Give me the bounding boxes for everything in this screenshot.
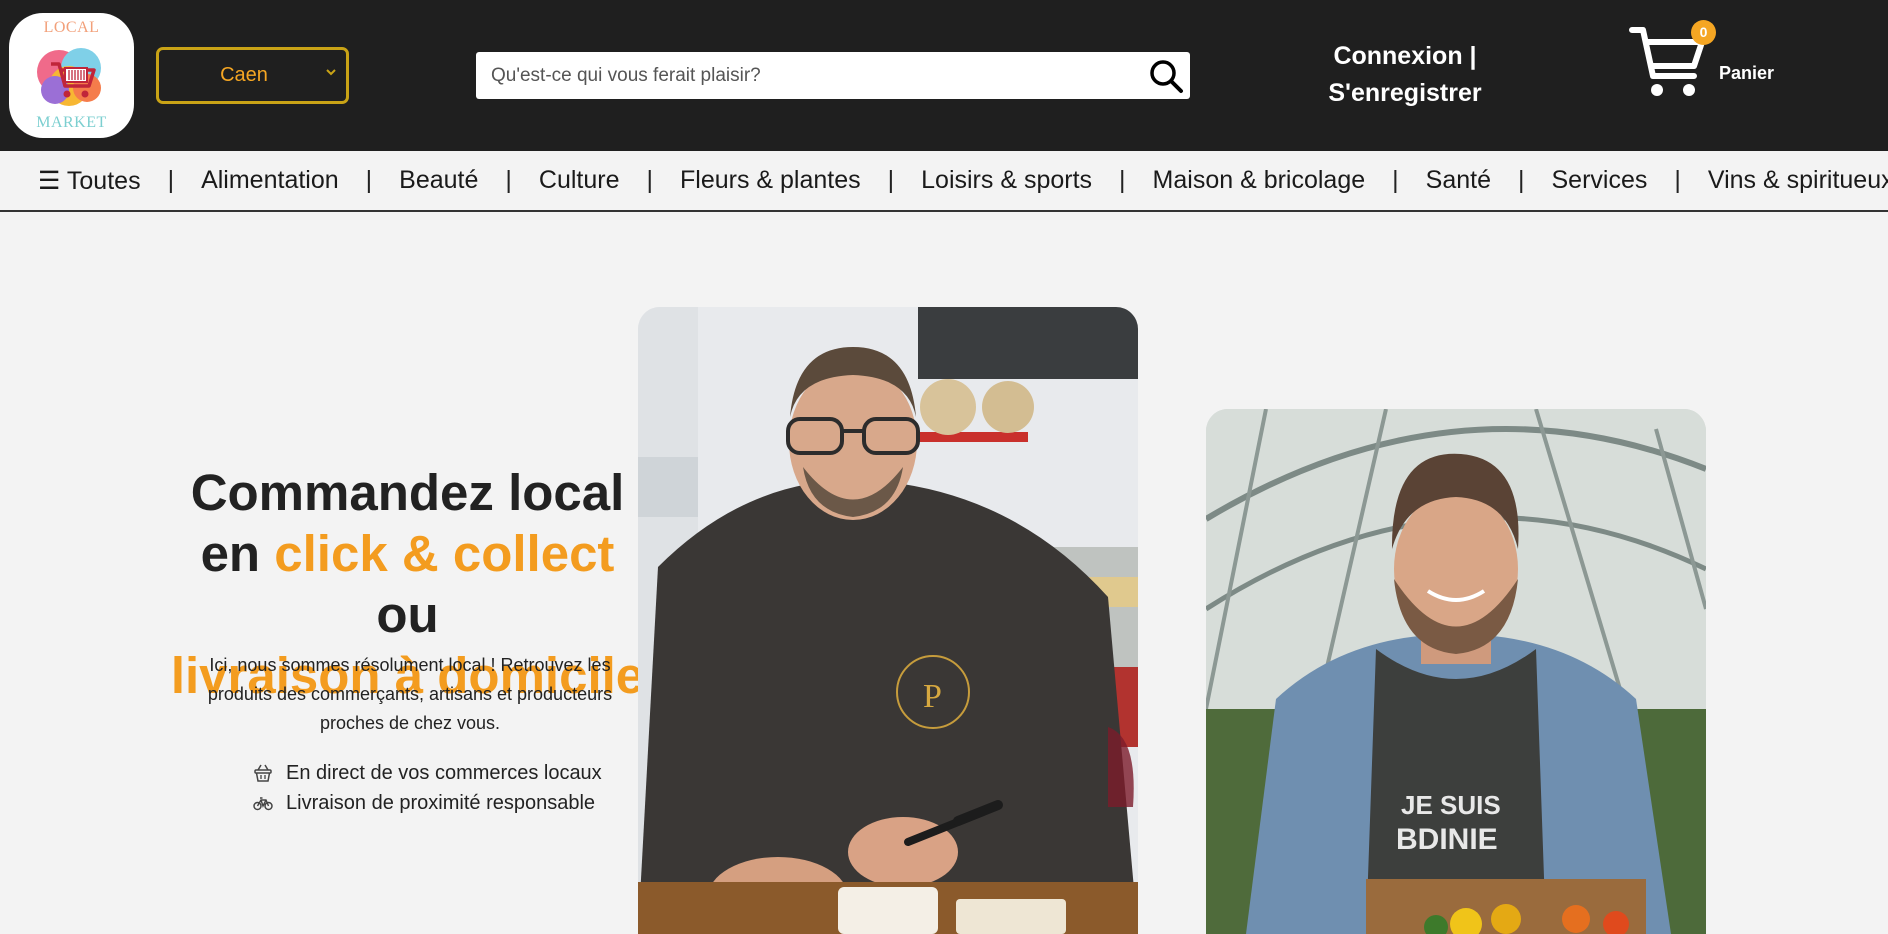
cart-label[interactable]: Panier <box>1719 63 1774 84</box>
category-separator: | <box>1119 166 1126 194</box>
category-item-culture[interactable]: | Culture <box>478 166 619 195</box>
logo-top-text: LOCAL <box>43 19 100 36</box>
category-item-beaute[interactable]: | Beauté <box>339 166 479 195</box>
search-icon[interactable] <box>1148 58 1184 94</box>
category-item-services[interactable]: | Services <box>1491 166 1647 195</box>
login-register-link[interactable]: Connexion | S'enregistrer <box>1290 38 1520 112</box>
basket-icon <box>254 764 272 782</box>
category-separator: | <box>887 166 895 194</box>
logo-bottom-text: MARKET <box>36 114 107 131</box>
cart-count-badge: 0 <box>1691 20 1716 45</box>
category-item-maison-bricolage[interactable]: | Maison & bricolage <box>1092 166 1365 195</box>
category-separator: | <box>505 166 512 194</box>
hero-title-ou: ou <box>376 586 439 643</box>
category-label[interactable]: Beauté <box>399 166 478 195</box>
category-item-toutes[interactable]: ☰ Toutes <box>38 166 141 196</box>
feature-item: En direct de vos commerces locaux <box>253 758 602 788</box>
category-label[interactable]: Maison & bricolage <box>1153 166 1366 195</box>
producer-image: JE SUIS BDINIE <box>1206 409 1706 934</box>
category-separator: | <box>167 166 175 194</box>
category-label[interactable]: Loisirs & sports <box>921 166 1092 195</box>
city-select[interactable]: Caen <box>156 47 349 104</box>
register-link[interactable]: S'enregistrer <box>1290 75 1520 112</box>
chevron-down-icon <box>326 69 336 76</box>
category-item-vins-spiritueux[interactable]: | Vins & spiritueux <box>1647 166 1888 195</box>
feature-text: En direct de vos commerces locaux <box>286 761 602 784</box>
category-item-alimentation[interactable]: | Alimentation <box>141 166 339 195</box>
svg-text:BDINIE: BDINIE <box>1396 823 1498 856</box>
category-item-sante[interactable]: | Santé <box>1365 166 1491 195</box>
feature-item: Livraison de proximité responsable <box>253 788 602 818</box>
svg-text:P: P <box>923 678 942 715</box>
cheesemonger-image: P <box>638 307 1138 934</box>
category-nav: ☰ Toutes | Alimentation | Beauté | Culture … <box>0 151 1888 212</box>
category-label[interactable]: Alimentation <box>201 166 339 195</box>
hero-features: En direct de vos commerces locaux Livrai… <box>253 758 602 818</box>
merchant-photo-cheesemonger: P <box>638 307 1138 934</box>
bicycle-icon <box>253 797 273 811</box>
hero-title-line1: Commandez local <box>190 464 625 521</box>
svg-text:JE SUIS: JE SUIS <box>1401 790 1501 820</box>
category-label[interactable]: Santé <box>1426 166 1491 195</box>
category-item-loisirs-sports[interactable]: | Loisirs & sports <box>861 166 1092 195</box>
category-separator: | <box>1392 166 1399 194</box>
category-separator: | <box>365 166 373 194</box>
merchant-photo-producer: JE SUIS BDINIE <box>1206 409 1706 934</box>
local-market-logo[interactable]: LOCAL MARKET <box>9 13 134 138</box>
hero-title-en: en <box>200 525 275 582</box>
category-label[interactable]: Culture <box>539 166 620 195</box>
feature-text: Livraison de proximité responsable <box>286 791 596 814</box>
search-bar <box>476 52 1190 99</box>
city-select-value: Caen <box>220 64 268 86</box>
category-item-fleurs-plantes[interactable]: | Fleurs & plantes <box>620 166 861 195</box>
hero-description: Ici, nous sommes résolument local ! Retr… <box>207 655 613 733</box>
login-link[interactable]: Connexion | <box>1290 38 1520 75</box>
category-separator: | <box>1674 166 1681 194</box>
category-label[interactable]: Vins & spiritueux <box>1708 166 1888 195</box>
category-label[interactable]: Fleurs & plantes <box>680 166 861 195</box>
top-header: LOCAL MARKET Caen Connexion | S'enreg <box>0 0 1888 151</box>
cart-logo-icon <box>37 48 101 106</box>
category-label[interactable]: Services <box>1552 166 1648 195</box>
search-input[interactable] <box>476 52 1136 99</box>
hero-title-click-collect: click & collect <box>274 525 615 582</box>
category-separator: | <box>1518 166 1525 194</box>
category-separator: | <box>646 166 654 194</box>
category-label[interactable]: ☰ Toutes <box>38 166 141 196</box>
